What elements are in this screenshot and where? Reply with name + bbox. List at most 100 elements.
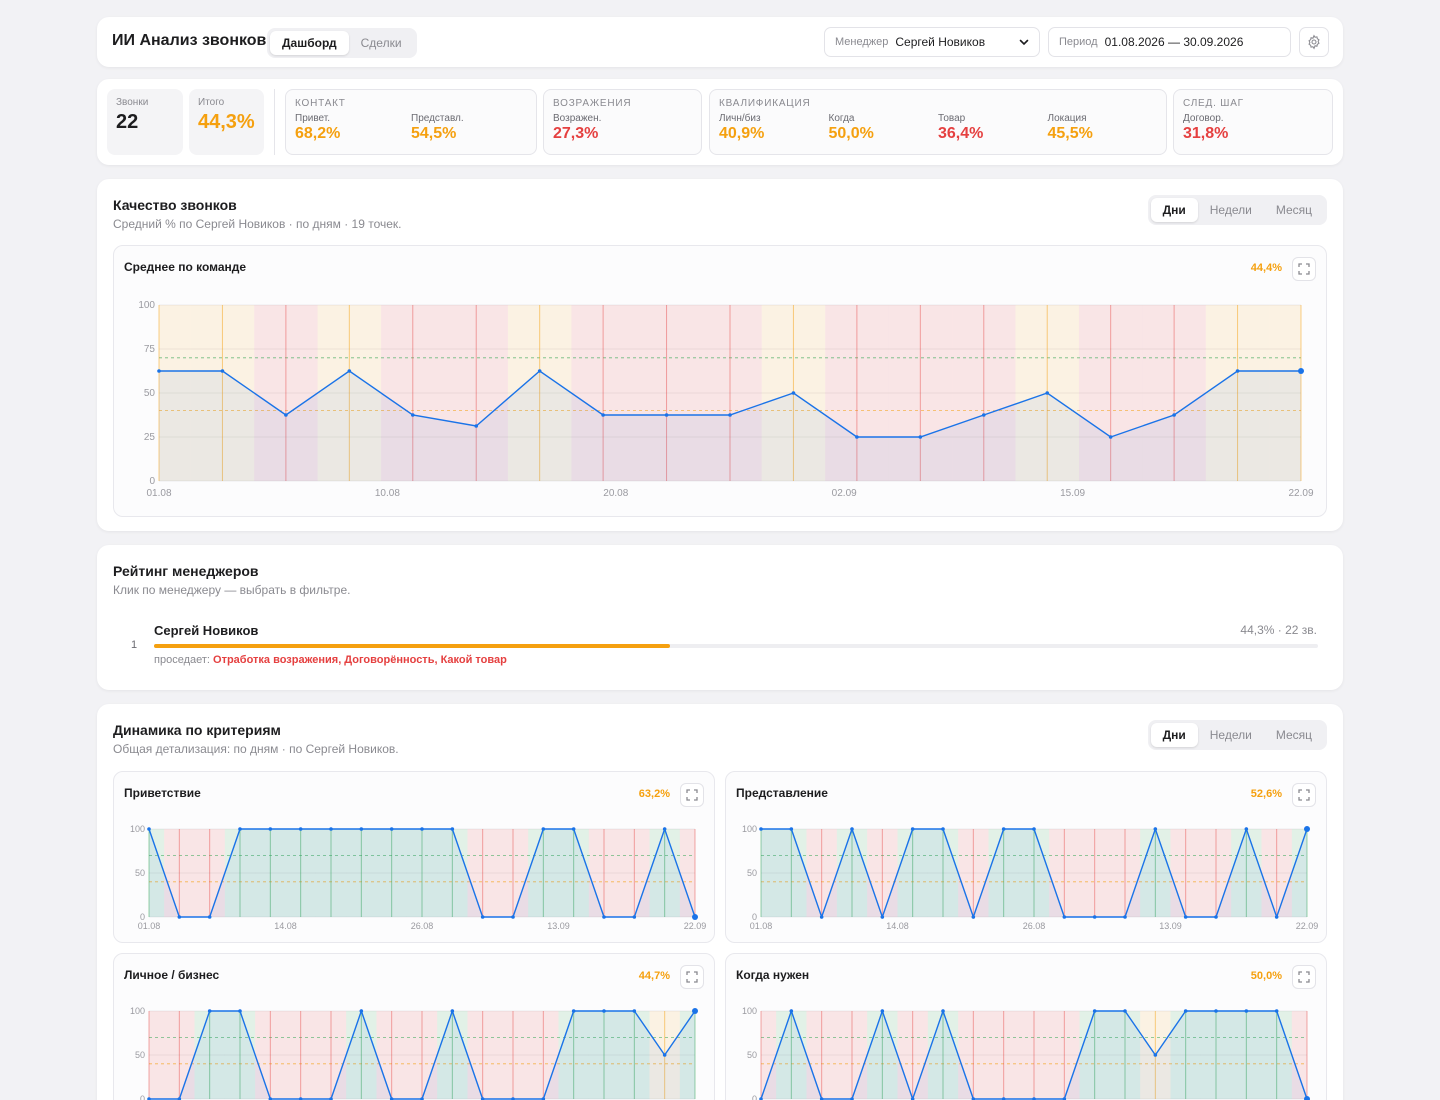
- data-point: [602, 915, 606, 919]
- data-point: [238, 827, 242, 831]
- criterion-chart: Приветствие 63,2% 0 50 100 01.08 14.08 26.08 13.…: [113, 771, 715, 943]
- dynamics-section: Динамика по критериям Общая детализация:…: [97, 704, 1343, 1100]
- metric-group-title: СЛЕД. ШАГ: [1183, 98, 1244, 109]
- criterion-chart-plot: 0 50 100: [130, 1006, 698, 1100]
- x-tick-label: 20.08: [603, 488, 628, 499]
- quality-title: Качество звонков: [113, 197, 237, 213]
- dynamics-title: Динамика по критериям: [113, 722, 281, 738]
- data-point: [1032, 827, 1036, 831]
- data-point: [1214, 1009, 1218, 1013]
- period-tab-month[interactable]: Месяц: [1264, 723, 1324, 747]
- score-bar-fill: [154, 644, 670, 648]
- rating-subtitle: Клик по менеджеру — выбрать в фильтре.: [113, 583, 351, 597]
- data-point: [855, 435, 859, 439]
- data-point: [474, 424, 479, 428]
- criterion-chart-plot: 05010001.08 14.08 26.08 13.09 22.09: [742, 824, 1319, 931]
- x-tick-label: 01.08: [146, 488, 171, 499]
- top-bar: ИИ Анализ звонков Дашборд Сделки Менедже…: [97, 17, 1343, 67]
- metric-group: КВАЛИФИКАЦИЯ Личн/биз 40,9% Когда 50,0% Товар…: [709, 89, 1167, 155]
- quality-subtitle: Средний % по Сергей Новиков · по дням · …: [113, 217, 402, 231]
- metric-value: 68,2%: [295, 125, 341, 142]
- period-tab-weeks[interactable]: Недели: [1198, 198, 1264, 222]
- metric-label: Привет.: [295, 113, 331, 124]
- metric-group: СЛЕД. ШАГ Договор. 31,8%: [1173, 89, 1333, 155]
- data-point: [692, 1008, 698, 1014]
- metric-label: Представл.: [411, 113, 464, 124]
- data-point: [1274, 915, 1279, 919]
- data-point: [664, 413, 669, 417]
- data-point: [1123, 1009, 1127, 1013]
- manager-select[interactable]: Менеджер Сергей Новиков: [824, 27, 1040, 57]
- y-tick-label: 75: [144, 344, 156, 355]
- y-tick-label: 50: [747, 868, 757, 878]
- y-tick-label: 50: [135, 868, 145, 878]
- data-point: [359, 827, 364, 831]
- settings-button[interactable]: [1299, 27, 1329, 57]
- tab-dashboard[interactable]: Дашборд: [270, 31, 349, 55]
- x-tick-label: 01.08: [750, 921, 773, 931]
- criterion-chart: Личное / бизнес 44,7% 0 50 100: [113, 953, 715, 1100]
- metric-label: Когда: [828, 113, 855, 124]
- data-point: [880, 915, 885, 919]
- data-point: [359, 1009, 364, 1013]
- data-point: [571, 827, 576, 831]
- data-point: [420, 827, 424, 831]
- metric-label: Договор.: [1183, 113, 1224, 124]
- metric-value: 50,0%: [828, 125, 874, 142]
- manager-label: Менеджер: [835, 36, 889, 48]
- metrics-panel: Звонки 22 Итого 44,3% КОНТАКТ Привет. 68,2…: [97, 79, 1343, 165]
- y-tick-label: 100: [130, 824, 145, 834]
- total-score: Итого 44,3%: [189, 89, 264, 155]
- data-point: [1298, 368, 1304, 374]
- data-point: [632, 915, 637, 919]
- manager-value: Сергей Новиков: [895, 35, 986, 49]
- gear-icon: [1308, 34, 1320, 50]
- x-tick-label: 14.08: [274, 921, 297, 931]
- total-value: 44,3%: [198, 111, 255, 133]
- data-point: [602, 1009, 606, 1013]
- data-point: [410, 413, 415, 417]
- data-point: [1062, 915, 1067, 919]
- criterion-chart-plot: 05010001.08 14.08 26.08 13.09 22.09: [130, 824, 706, 931]
- metric-group-title: ВОЗРАЖЕНИЯ: [553, 98, 632, 109]
- calls-count: Звонки 22: [107, 89, 183, 155]
- data-point: [1214, 915, 1218, 919]
- y-tick-label: 0: [149, 476, 155, 487]
- criterion-chart: Представление 52,6% 0 50 100 01.08 14.08 26.08 1…: [725, 771, 1327, 943]
- metric-value: 54,5%: [411, 125, 457, 142]
- data-point: [298, 827, 303, 831]
- x-tick-label: 15.09: [1060, 488, 1085, 499]
- y-tick-label: 0: [140, 1094, 145, 1100]
- data-point: [157, 369, 161, 373]
- data-point: [789, 1009, 794, 1013]
- data-point: [537, 369, 542, 373]
- period-tab-month[interactable]: Месяц: [1264, 198, 1324, 222]
- metric-group-title: КВАЛИФИКАЦИЯ: [719, 98, 811, 109]
- data-point: [268, 827, 273, 831]
- data-point: [918, 435, 923, 439]
- metric-group: КОНТАКТ Привет. 68,2% Представл. 54,5%: [285, 89, 537, 155]
- data-point: [220, 369, 225, 373]
- period-tab-days[interactable]: Дни: [1150, 198, 1198, 222]
- data-point: [1123, 915, 1127, 919]
- score-bar: [154, 644, 1318, 648]
- data-point: [1244, 1009, 1249, 1013]
- metric-value: 36,4%: [938, 125, 984, 142]
- weak-label: проседает:: [154, 654, 210, 666]
- tab-deals[interactable]: Сделки: [349, 31, 414, 55]
- x-tick-label: 22.09: [1296, 921, 1319, 931]
- y-tick-label: 100: [742, 824, 757, 834]
- rating-section: Рейтинг менеджеров Клик по менеджеру — в…: [97, 545, 1343, 690]
- data-point: [207, 1009, 212, 1013]
- data-point: [389, 827, 394, 831]
- metric-item: Локация 45,5%: [1048, 113, 1158, 143]
- x-tick-label: 02.09: [832, 488, 857, 499]
- period-tab-days[interactable]: Дни: [1150, 723, 1198, 747]
- weak-items: Отработка возражения, Договорённость, Ка…: [213, 654, 507, 666]
- metric-item: Когда 50,0%: [829, 113, 939, 143]
- period-tab-weeks[interactable]: Недели: [1198, 723, 1264, 747]
- period-field[interactable]: Период 01.08.2026 — 30.09.2026: [1048, 27, 1291, 57]
- data-point: [480, 915, 485, 919]
- data-point: [941, 1009, 945, 1013]
- data-point: [1153, 1053, 1158, 1057]
